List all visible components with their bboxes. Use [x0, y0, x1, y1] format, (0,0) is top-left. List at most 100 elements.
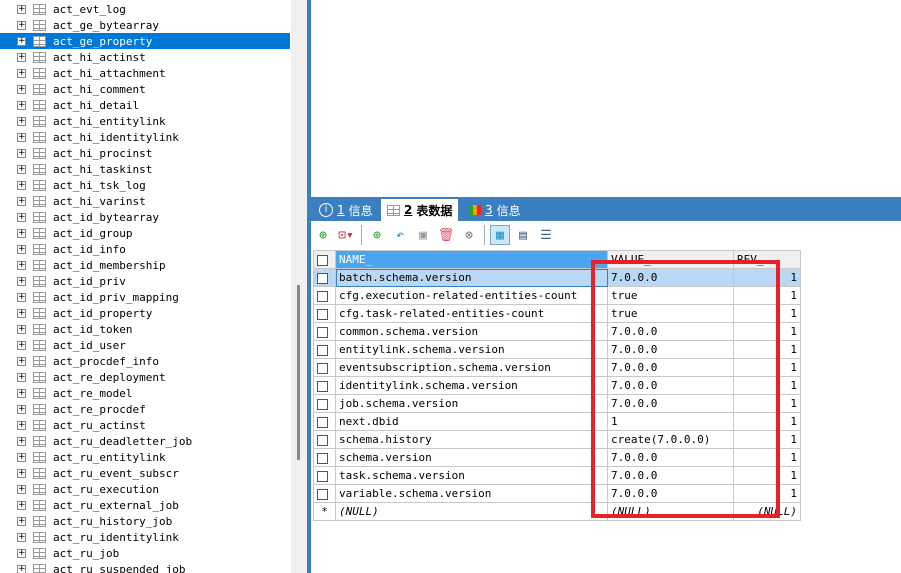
cell-rev[interactable]: 1	[733, 430, 801, 449]
expand-icon[interactable]: +	[17, 4, 26, 14]
tree-scrollbar[interactable]	[291, 0, 307, 573]
tree-item[interactable]: + act_id_property	[0, 305, 290, 321]
tree-item[interactable]: + act_ru_job	[0, 545, 290, 561]
expand-icon[interactable]: +	[17, 564, 26, 573]
tree-item[interactable]: + act_hi_tsk_log	[0, 177, 290, 193]
cell-name[interactable]: eventsubscription.schema.version	[335, 358, 608, 377]
tree-item[interactable]: + act_id_priv_mapping	[0, 289, 290, 305]
expand-icon[interactable]: +	[17, 388, 26, 398]
table-row[interactable]: entitylink.schema.version 7.0.0.0 1	[313, 340, 801, 359]
column-header-value[interactable]: VALUE_	[607, 250, 734, 269]
cell-value[interactable]: 7.0.0.0	[607, 322, 734, 341]
expand-icon[interactable]: +	[17, 68, 26, 78]
row-checkbox[interactable]	[313, 430, 336, 449]
tree-item[interactable]: + act_ru_history_job	[0, 513, 290, 529]
tree-item[interactable]: + act_evt_log	[0, 1, 290, 17]
expand-icon[interactable]: +	[17, 244, 26, 254]
expand-icon[interactable]: +	[17, 340, 26, 350]
row-checkbox[interactable]	[313, 322, 336, 341]
expand-icon[interactable]: +	[17, 548, 26, 558]
tree-item[interactable]: + act_hi_identitylink	[0, 129, 290, 145]
cell-rev[interactable]: 1	[733, 466, 801, 485]
tree-item[interactable]: + act_hi_comment	[0, 81, 290, 97]
tree-item[interactable]: + act_id_membership	[0, 257, 290, 273]
column-header-rev[interactable]: REV_	[733, 250, 801, 269]
tree-item[interactable]: + act_id_token	[0, 321, 290, 337]
tree-item[interactable]: + act_ge_property	[0, 33, 290, 49]
cell-value[interactable]: create(7.0.0.0)	[607, 430, 734, 449]
new-row[interactable]: * (NULL) (NULL) (NULL)	[313, 502, 801, 521]
table-row[interactable]: job.schema.version 7.0.0.0 1	[313, 394, 801, 413]
tree-item[interactable]: + act_re_procdef	[0, 401, 290, 417]
tree-item[interactable]: + act_ru_actinst	[0, 417, 290, 433]
tree-item[interactable]: + act_ru_entitylink	[0, 449, 290, 465]
cancel-icon[interactable]: ⊗	[459, 225, 479, 245]
tab-info-3[interactable]: 3 信息	[463, 199, 527, 221]
cell-rev[interactable]: 1	[733, 304, 801, 323]
expand-icon[interactable]: +	[17, 212, 26, 222]
row-checkbox[interactable]	[313, 484, 336, 503]
expand-icon[interactable]: +	[17, 324, 26, 334]
row-checkbox[interactable]	[313, 268, 336, 287]
tree-item[interactable]: + act_re_deployment	[0, 369, 290, 385]
tab-table-data[interactable]: 2 表数据	[381, 199, 459, 221]
expand-icon[interactable]: +	[17, 116, 26, 126]
expand-icon[interactable]: +	[17, 532, 26, 542]
row-checkbox[interactable]	[313, 394, 336, 413]
table-row[interactable]: batch.schema.version 7.0.0.0 1	[313, 268, 801, 287]
cell-value[interactable]: (NULL)	[607, 502, 734, 521]
duplicate-row-icon[interactable]: ⊕	[367, 225, 387, 245]
tree-item[interactable]: + act_hi_detail	[0, 97, 290, 113]
table-row[interactable]: schema.version 7.0.0.0 1	[313, 448, 801, 467]
add-row-icon[interactable]: ⊕	[313, 225, 333, 245]
cell-value[interactable]: 7.0.0.0	[607, 376, 734, 395]
cell-name[interactable]: cfg.task-related-entities-count	[335, 304, 608, 323]
cell-name[interactable]: next.dbid	[335, 412, 608, 431]
text-view-icon[interactable]: ☰	[536, 225, 556, 245]
pane-divider[interactable]	[307, 0, 311, 573]
delete-icon[interactable]: 🗑	[436, 225, 456, 245]
cell-rev[interactable]: 1	[733, 322, 801, 341]
cell-value[interactable]: 7.0.0.0	[607, 448, 734, 467]
cell-name[interactable]: schema.history	[335, 430, 608, 449]
cell-rev[interactable]: 1	[733, 268, 801, 287]
expand-icon[interactable]: +	[17, 420, 26, 430]
tree-item[interactable]: + act_hi_procinst	[0, 145, 290, 161]
tree-item[interactable]: + act_hi_entitylink	[0, 113, 290, 129]
table-row[interactable]: identitylink.schema.version 7.0.0.0 1	[313, 376, 801, 395]
tree-item[interactable]: + act_ge_bytearray	[0, 17, 290, 33]
expand-icon[interactable]: +	[17, 180, 26, 190]
tree-item[interactable]: + act_id_bytearray	[0, 209, 290, 225]
cell-rev[interactable]: 1	[733, 412, 801, 431]
cell-value[interactable]: true	[607, 304, 734, 323]
cell-value[interactable]: 7.0.0.0	[607, 466, 734, 485]
row-checkbox[interactable]	[313, 340, 336, 359]
cell-name[interactable]: schema.version	[335, 448, 608, 467]
expand-icon[interactable]: +	[17, 452, 26, 462]
table-row[interactable]: task.schema.version 7.0.0.0 1	[313, 466, 801, 485]
cell-value[interactable]: 7.0.0.0	[607, 340, 734, 359]
row-checkbox[interactable]	[313, 304, 336, 323]
cell-value[interactable]: true	[607, 286, 734, 305]
row-checkbox[interactable]	[313, 448, 336, 467]
tree-item[interactable]: + act_hi_taskinst	[0, 161, 290, 177]
cell-name[interactable]: cfg.execution-related-entities-count	[335, 286, 608, 305]
tree-item[interactable]: + act_ru_event_subscr	[0, 465, 290, 481]
tree-item[interactable]: + act_re_model	[0, 385, 290, 401]
row-checkbox[interactable]	[313, 466, 336, 485]
form-view-icon[interactable]: ▤	[513, 225, 533, 245]
expand-icon[interactable]: +	[17, 484, 26, 494]
scrollbar-thumb[interactable]	[297, 285, 300, 460]
table-row[interactable]: cfg.task-related-entities-count true 1	[313, 304, 801, 323]
row-checkbox[interactable]	[313, 412, 336, 431]
expand-icon[interactable]: +	[17, 356, 26, 366]
cell-name[interactable]: batch.schema.version	[335, 268, 608, 287]
expand-icon[interactable]: +	[17, 404, 26, 414]
insert-row-dropdown-icon[interactable]: ⊡▾	[336, 225, 356, 245]
cell-name[interactable]: entitylink.schema.version	[335, 340, 608, 359]
tree-item[interactable]: + act_hi_varinst	[0, 193, 290, 209]
tree-item[interactable]: + act_ru_identitylink	[0, 529, 290, 545]
row-checkbox[interactable]	[313, 358, 336, 377]
column-header-name[interactable]: NAME_	[335, 250, 608, 269]
table-row[interactable]: common.schema.version 7.0.0.0 1	[313, 322, 801, 341]
